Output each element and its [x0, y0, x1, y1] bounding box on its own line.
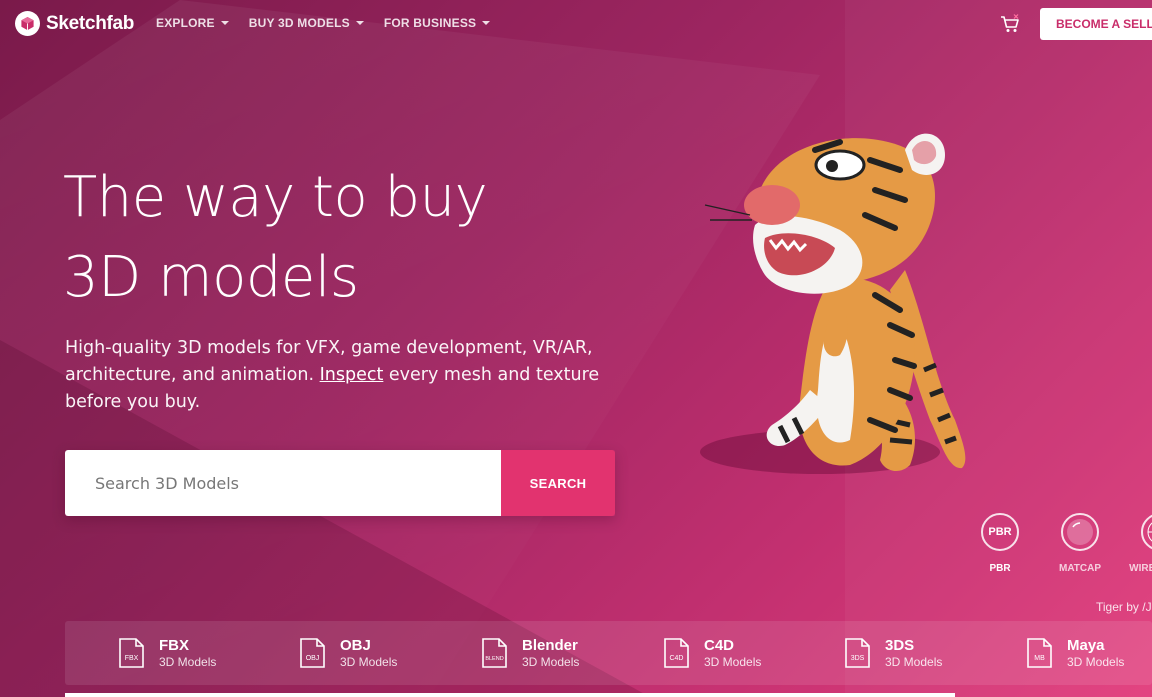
search-input[interactable] [65, 450, 501, 516]
search-button[interactable]: SEARCH [501, 450, 615, 516]
render-mode-label: PBR [989, 563, 1011, 574]
nav-explore-label: EXPLORE [156, 16, 215, 30]
sketchfab-cube-icon [15, 11, 40, 36]
matcap-sphere-icon [1061, 513, 1099, 551]
main-nav: EXPLORE BUY 3D MODELS FOR BUSINESS [156, 16, 491, 30]
format-text: Maya 3D Models [1067, 637, 1124, 670]
section-divider [65, 693, 955, 697]
format-subtitle: 3D Models [704, 654, 762, 669]
file-icon-label: OBJ [306, 655, 320, 662]
wireframe-sphere-icon [1141, 513, 1152, 551]
hero-description: High-quality 3D models for VFX, game dev… [65, 335, 605, 416]
file-icon-label: 3DS [851, 655, 865, 662]
file-formats-bar: FBX FBX 3D Models OBJ OBJ 3D Models BLEN… [65, 621, 1152, 685]
inspect-link[interactable]: Inspect [320, 365, 384, 385]
file-icon: 3DS [845, 638, 870, 668]
format-c4d[interactable]: C4D C4D 3D Models [662, 621, 761, 685]
format-name: OBJ [340, 636, 371, 654]
nav-buy-label: BUY 3D MODELS [248, 16, 350, 30]
format-name: FBX [159, 636, 189, 654]
nav-explore[interactable]: EXPLORE [156, 16, 229, 30]
headline-line-1: The way to buy [63, 165, 488, 230]
format-subtitle: 3D Models [340, 654, 398, 669]
format-name: C4D [704, 636, 735, 654]
file-icon: OBJ [300, 638, 325, 668]
headline-line-2: 3D models [63, 245, 359, 310]
nav-business-label: FOR BUSINESS [383, 16, 477, 30]
file-icon-label: BLEND [485, 656, 503, 662]
file-icon: BLEND [482, 638, 507, 668]
tiger-3d-model[interactable] [700, 120, 990, 490]
format-subtitle: 3D Models [885, 654, 943, 669]
render-mode-label: WIREFRAME [1129, 563, 1152, 574]
format-text: FBX 3D Models [159, 637, 216, 670]
format-text: 3DS 3D Models [885, 637, 942, 670]
format-obj[interactable]: OBJ OBJ 3D Models [298, 621, 397, 685]
file-icon: MB [1027, 638, 1052, 668]
format-subtitle: 3D Models [1067, 654, 1125, 669]
format-name: 3DS [885, 636, 915, 654]
format-text: C4D 3D Models [704, 637, 761, 670]
render-mode-switcher: PBR PBR MATCAP WIREFRAME [970, 513, 1152, 574]
format-name: Blender [522, 636, 578, 654]
search-bar: SEARCH [65, 450, 615, 516]
file-icon-label: C4D [669, 655, 683, 662]
file-icon: C4D [664, 638, 689, 668]
render-mode-wireframe[interactable]: WIREFRAME [1129, 513, 1152, 574]
nav-buy-3d-models[interactable]: BUY 3D MODELS [249, 16, 364, 30]
format-3ds[interactable]: 3DS 3DS 3D Models [843, 621, 942, 685]
cart-icon[interactable] [1000, 14, 1022, 34]
file-icon-label: FBX [125, 655, 139, 662]
nav-for-business[interactable]: FOR BUSINESS [383, 16, 491, 30]
format-fbx[interactable]: FBX FBX 3D Models [117, 621, 216, 685]
caret-down-icon [482, 21, 491, 25]
file-icon: FBX [119, 638, 144, 668]
format-name: Maya [1067, 636, 1105, 654]
file-icon-label: MB [1034, 655, 1045, 662]
model-credit[interactable]: Tiger by /J [1096, 600, 1152, 614]
top-navigation: Sketchfab EXPLORE BUY 3D MODELS FOR BUSI… [0, 0, 1152, 48]
caret-down-icon [355, 21, 364, 25]
sketchfab-logo[interactable]: Sketchfab [15, 11, 134, 36]
hero-headline: The way to buy 3D models [63, 158, 623, 318]
format-subtitle: 3D Models [522, 654, 580, 669]
render-mode-label: MATCAP [1058, 563, 1102, 574]
format-subtitle: 3D Models [159, 654, 217, 669]
format-blender[interactable]: BLEND Blender 3D Models [480, 621, 579, 685]
caret-down-icon [220, 21, 229, 25]
brand-name: Sketchfab [46, 12, 135, 34]
format-text: Blender 3D Models [522, 637, 579, 670]
render-mode-pbr[interactable]: PBR PBR [970, 513, 1030, 574]
pbr-icon: PBR [981, 513, 1019, 551]
become-seller-button[interactable]: BECOME A SELLER [1040, 8, 1152, 40]
format-maya[interactable]: MB Maya 3D Models [1025, 621, 1124, 685]
render-mode-matcap[interactable]: MATCAP [1050, 513, 1110, 574]
format-text: OBJ 3D Models [340, 637, 397, 670]
